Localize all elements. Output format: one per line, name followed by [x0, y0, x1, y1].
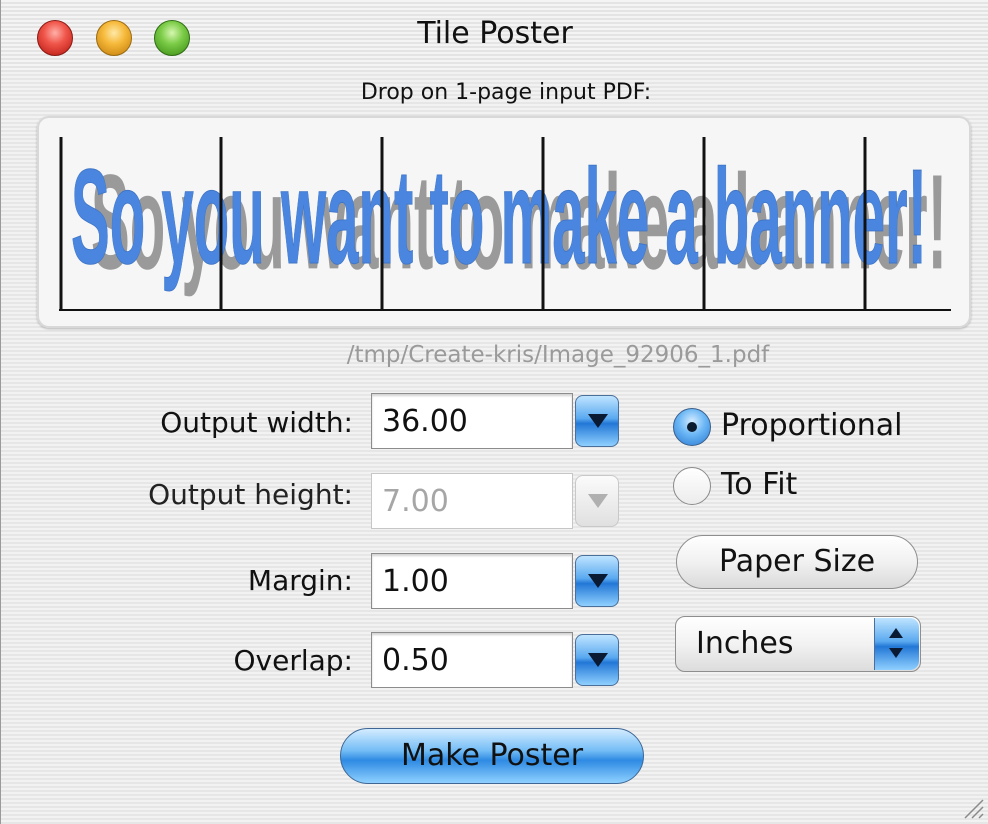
- tile-poster-window: Tile Poster Drop on 1-page input PDF: So…: [0, 0, 988, 824]
- banner-text: So you want to make a banner!: [71, 142, 927, 292]
- proportional-label[interactable]: Proportional: [721, 408, 903, 443]
- make-poster-button[interactable]: Make Poster: [340, 728, 644, 784]
- input-file-path: /tmp/Create-kris/Image_92906_1.pdf: [346, 342, 770, 368]
- chevron-up-icon: [889, 628, 903, 638]
- output-height-label: Output height:: [148, 478, 353, 511]
- output-height-combo: 7.00: [371, 473, 619, 529]
- output-height-dropdown-button: [575, 475, 619, 527]
- window-title: Tile Poster: [417, 16, 573, 51]
- output-width-dropdown-button[interactable]: [575, 395, 619, 447]
- to-fit-label[interactable]: To Fit: [721, 467, 797, 502]
- units-popup[interactable]: Inches: [675, 616, 921, 672]
- paper-size-button[interactable]: Paper Size: [676, 535, 918, 589]
- output-width-combo[interactable]: 36.00: [371, 393, 619, 449]
- units-popup-arrows[interactable]: [874, 618, 919, 670]
- chevron-down-icon: [889, 648, 903, 658]
- margin-field[interactable]: 1.00: [371, 553, 573, 609]
- chevron-down-icon: [588, 414, 608, 428]
- margin-combo[interactable]: 1.00: [371, 553, 619, 609]
- output-width-label: Output width:: [160, 406, 353, 439]
- pdf-preview: So you want to make a banner! So you wan…: [59, 137, 951, 311]
- to-fit-radio[interactable]: [673, 467, 711, 505]
- drop-instructions: Drop on 1-page input PDF:: [360, 80, 652, 105]
- radio-selected-dot: [687, 422, 697, 432]
- title-bar[interactable]: Tile Poster: [1, 0, 988, 72]
- chevron-down-icon: [588, 494, 608, 508]
- output-height-field: 7.00: [371, 473, 573, 529]
- overlap-dropdown-button[interactable]: [575, 634, 619, 686]
- overlap-field[interactable]: 0.50: [371, 632, 573, 688]
- resize-grip-icon[interactable]: [959, 794, 985, 820]
- chevron-down-icon: [588, 653, 608, 667]
- units-value: Inches: [696, 626, 794, 661]
- overlap-combo[interactable]: 0.50: [371, 632, 619, 688]
- margin-label: Margin:: [247, 564, 353, 597]
- proportional-radio[interactable]: [673, 408, 711, 446]
- overlap-label: Overlap:: [233, 644, 354, 677]
- chevron-down-icon: [588, 574, 608, 588]
- output-width-field[interactable]: 36.00: [371, 393, 573, 449]
- margin-dropdown-button[interactable]: [575, 555, 619, 607]
